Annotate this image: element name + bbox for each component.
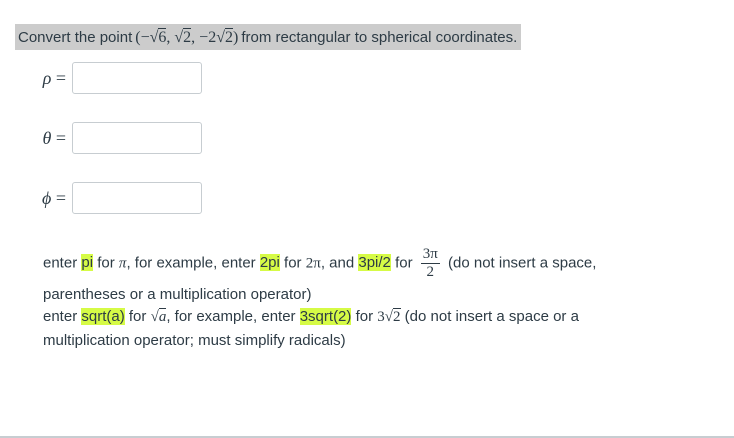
pi-hint-continued: parentheses or a multiplication operator… bbox=[43, 283, 683, 307]
rho-equals: = bbox=[55, 67, 66, 88]
three-pi-over-two-fraction: 3π 2 bbox=[420, 246, 440, 281]
pi-hint-text-6: for bbox=[395, 254, 413, 272]
phi-equals: = bbox=[55, 187, 66, 208]
pi-hint: enter pi for π, for example, enter 2pi f… bbox=[43, 246, 683, 281]
sqrt-hint-text-3: , for example, enter bbox=[166, 308, 296, 325]
pi-hint-text-7: (do not insert a space, bbox=[448, 254, 597, 272]
point-b: 2 bbox=[183, 27, 192, 46]
three-sqrt-two-argument: 2 bbox=[393, 308, 401, 325]
fraction-numerator: 3π bbox=[420, 246, 440, 264]
sqrt-a-symbol: √a bbox=[150, 308, 167, 325]
three-sqrt-two-radical: 3√ bbox=[377, 309, 393, 325]
theta-symbol: θ bbox=[42, 127, 52, 148]
rho-symbol: ρ bbox=[42, 67, 52, 88]
pi-hint-text-8: parentheses or a multiplication operator… bbox=[43, 286, 312, 303]
rho-input[interactable] bbox=[72, 62, 202, 94]
phi-input[interactable] bbox=[72, 182, 202, 214]
sqrt-hint-text-5: (do not insert a space or a bbox=[404, 308, 579, 325]
pi-hint-text-3: , for example, enter bbox=[126, 254, 256, 272]
point-sep2: , −2√ bbox=[191, 28, 225, 46]
sqrt-hint-text-2: for bbox=[128, 308, 147, 325]
two-pi-symbol: 2π bbox=[305, 255, 321, 272]
point-c: 2 bbox=[224, 27, 233, 46]
question-suffix: from rectangular to spherical coordinate… bbox=[241, 28, 518, 46]
question-text: Convert the point (−√6, √2, −2√2) from r… bbox=[15, 24, 522, 50]
sqrt-hint-text-4: for bbox=[355, 308, 374, 325]
pi-hint-text-5: , and bbox=[320, 254, 355, 272]
pi-hint-text-1: enter bbox=[43, 254, 78, 272]
code-3sqrt-2: 3sqrt(2) bbox=[299, 308, 352, 325]
code-sqrt-a: sqrt(a) bbox=[81, 308, 125, 325]
pi-hint-text-4: for bbox=[284, 254, 302, 272]
phi-symbol: ϕ bbox=[42, 187, 52, 208]
point-sep1: , √ bbox=[166, 28, 184, 46]
question-prefix: Convert the point bbox=[18, 28, 133, 46]
sqrt-hint: enter sqrt(a) for √a, for example, enter… bbox=[43, 305, 683, 329]
answer-row-rho: ρ = bbox=[30, 62, 202, 94]
point-close: ) bbox=[232, 28, 239, 46]
code-3pi-2: 3pi/2 bbox=[358, 254, 391, 272]
pi-hint-text-2: for bbox=[97, 254, 115, 272]
sqrt-hint-continued: multiplication operator; must simplify r… bbox=[43, 329, 683, 353]
sqrt-hint-text-6: multiplication operator; must simplify r… bbox=[43, 332, 346, 349]
rho-label: ρ = bbox=[30, 68, 66, 89]
sqrt-a-radical: √ bbox=[150, 309, 159, 325]
answer-row-phi: ϕ = bbox=[30, 182, 202, 214]
phi-label: ϕ = bbox=[30, 188, 66, 209]
theta-equals: = bbox=[55, 127, 66, 148]
code-2pi: 2pi bbox=[259, 254, 280, 272]
code-pi: pi bbox=[81, 254, 94, 272]
answer-row-theta: θ = bbox=[30, 122, 202, 154]
three-sqrt-two-symbol: 3√2 bbox=[377, 308, 401, 325]
point-open: (−√ bbox=[135, 28, 159, 46]
theta-input[interactable] bbox=[72, 122, 202, 154]
fraction-denominator: 2 bbox=[426, 264, 435, 280]
point-expression: (−√6, √2, −2√2) bbox=[132, 27, 241, 47]
sqrt-hint-text-1: enter bbox=[43, 308, 78, 325]
theta-label: θ = bbox=[30, 127, 67, 149]
